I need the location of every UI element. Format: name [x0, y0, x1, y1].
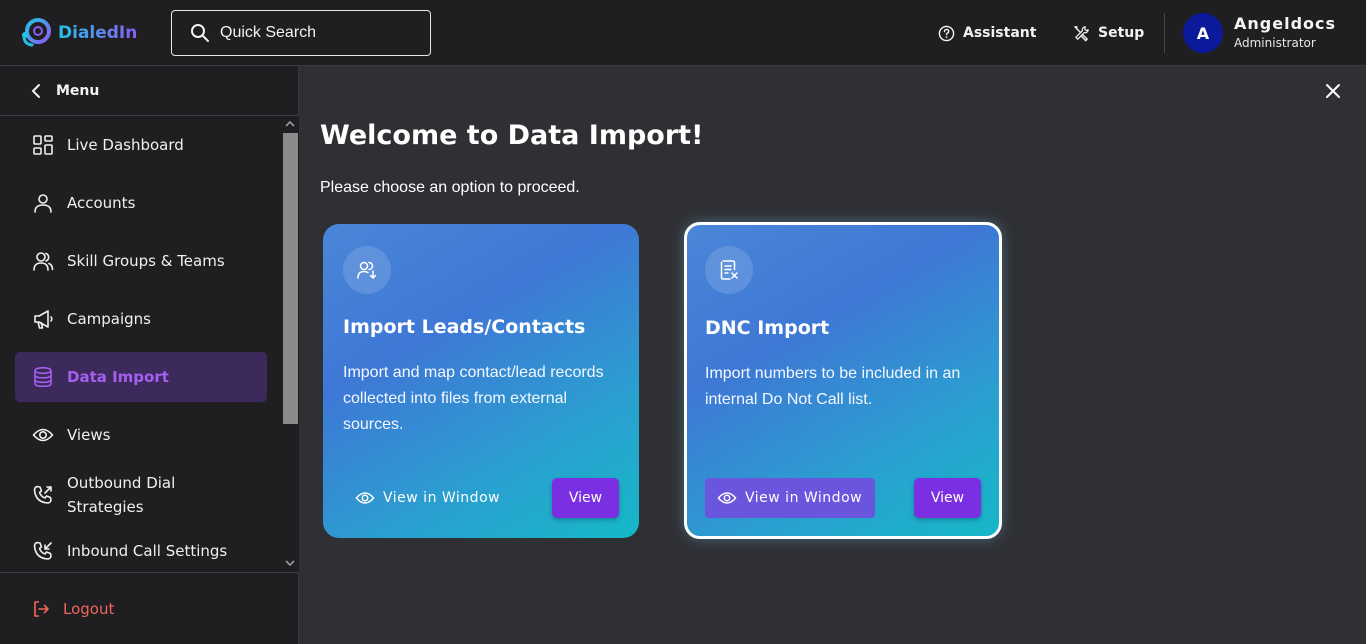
help-circle-icon	[938, 25, 955, 41]
phone-outgoing-icon	[33, 485, 52, 504]
sidebar-item-campaigns[interactable]: Campaigns	[15, 294, 267, 344]
scroll-down-arrow-icon[interactable]	[284, 557, 296, 569]
logo[interactable]: DialedIn	[20, 16, 137, 50]
sidebar-item-label-group: Outbound Dial Strategies	[67, 471, 175, 519]
close-icon[interactable]	[1324, 82, 1342, 100]
sidebar-item-label: Data Import	[67, 368, 169, 386]
page-title: Welcome to Data Import!	[320, 120, 704, 151]
sidebar-item-label: Inbound Call Settings	[67, 542, 228, 560]
search-icon	[191, 24, 209, 42]
menu-collapse-button[interactable]: Menu	[0, 66, 299, 116]
user-import-icon	[357, 261, 377, 279]
sidebar-item-label: Skill Groups & Teams	[67, 252, 225, 270]
view-in-window-label: View in Window	[745, 490, 863, 506]
assistant-label: Assistant	[963, 25, 1037, 41]
setup-button[interactable]: Setup	[1073, 22, 1144, 44]
sidebar-item-outbound-dial-strategies[interactable]: Outbound Dial Strategies	[15, 468, 267, 522]
sidebar-item-label: Accounts	[67, 194, 136, 212]
view-button[interactable]: View	[914, 478, 981, 518]
logout-label: Logout	[63, 600, 115, 618]
card-description: Import and map contact/lead records coll…	[343, 364, 604, 433]
assistant-button[interactable]: Assistant	[938, 22, 1036, 44]
top-header: DialedIn Quick Search Assistant Setup A …	[0, 0, 1366, 66]
eye-icon	[32, 428, 54, 442]
sidebar-item-accounts[interactable]: Accounts	[15, 178, 267, 228]
card-icon-wrapper	[343, 246, 391, 294]
logout-icon	[34, 601, 49, 617]
view-in-window-label: View in Window	[383, 490, 501, 506]
chevron-left-icon	[32, 83, 40, 98]
sidebar: Menu Live Dashboard Accounts Skill Group…	[0, 66, 299, 644]
header-divider	[1164, 13, 1165, 53]
page-subtitle: Please choose an option to proceed.	[320, 179, 580, 196]
sidebar-item-data-import[interactable]: Data Import	[15, 352, 267, 402]
tools-icon	[1074, 25, 1089, 41]
dialedin-logo-icon	[22, 18, 51, 47]
scroll-up-arrow-icon[interactable]	[284, 118, 296, 130]
search-placeholder: Quick Search	[220, 24, 317, 41]
sidebar-nav: Live Dashboard Accounts Skill Groups & T…	[0, 116, 282, 572]
logout-button[interactable]: Logout	[32, 594, 114, 624]
database-icon	[34, 366, 52, 388]
sidebar-item-label: Views	[67, 426, 111, 444]
avatar[interactable]: A	[1183, 13, 1223, 53]
document-x-icon	[720, 260, 738, 280]
dnc-import-card[interactable]: DNC Import Import numbers to be included…	[684, 222, 1002, 539]
card-title: Import Leads/Contacts	[343, 316, 586, 338]
phone-incoming-icon	[33, 541, 52, 560]
sidebar-item-label: Outbound Dial	[67, 474, 176, 492]
sidebar-item-live-dashboard[interactable]: Live Dashboard	[15, 120, 267, 170]
sidebar-scrollbar-thumb[interactable]	[283, 133, 298, 424]
eye-icon	[355, 492, 375, 504]
megaphone-icon	[34, 310, 53, 329]
logo-text: DialedIn	[58, 23, 138, 43]
dashboard-icon	[33, 135, 53, 155]
sidebar-item-label-line2: Strategies	[67, 498, 144, 516]
quick-search-input[interactable]: Quick Search	[171, 10, 431, 56]
logout-divider	[0, 572, 299, 573]
import-leads-card[interactable]: Import Leads/Contacts Import and map con…	[323, 224, 639, 538]
user-role: Administrator	[1234, 36, 1316, 50]
menu-label: Menu	[56, 82, 100, 99]
view-in-window-button[interactable]: View in Window	[343, 478, 513, 518]
user-icon	[34, 194, 52, 213]
sidebar-item-skill-groups[interactable]: Skill Groups & Teams	[15, 236, 267, 286]
view-button[interactable]: View	[552, 478, 619, 518]
users-icon	[33, 252, 54, 271]
user-name[interactable]: Angeldocs	[1234, 14, 1336, 33]
card-title: DNC Import	[705, 317, 830, 339]
setup-label: Setup	[1098, 25, 1145, 41]
sidebar-item-label: Live Dashboard	[67, 136, 184, 154]
sidebar-item-inbound-call-settings[interactable]: Inbound Call Settings	[15, 526, 267, 572]
eye-icon	[717, 492, 737, 504]
card-description: Import numbers to be included in an inte…	[705, 365, 961, 408]
card-icon-wrapper	[705, 246, 753, 294]
sidebar-item-views[interactable]: Views	[15, 410, 267, 460]
view-in-window-button[interactable]: View in Window	[705, 478, 875, 518]
sidebar-item-label: Campaigns	[67, 310, 152, 328]
